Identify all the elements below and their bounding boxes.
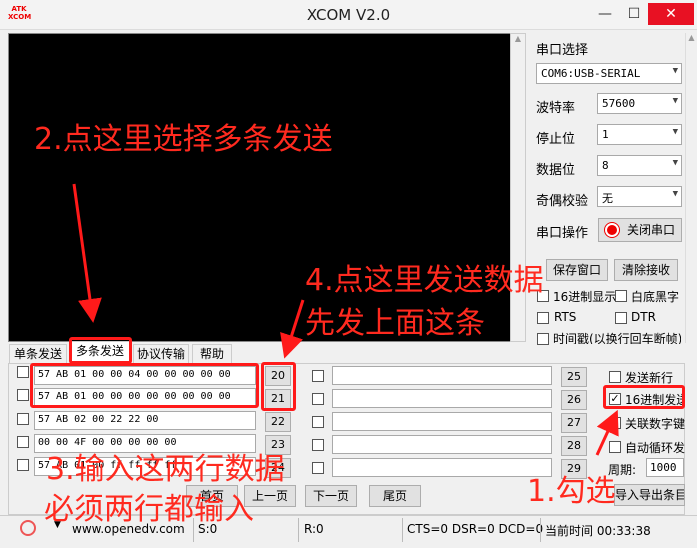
send-entry-input[interactable] bbox=[332, 366, 552, 385]
status-divider bbox=[540, 518, 541, 542]
timestamp-checkbox[interactable] bbox=[537, 333, 549, 345]
send-entry-input[interactable]: 57 AB 02 00 22 22 00 bbox=[34, 411, 256, 430]
row-checkbox[interactable] bbox=[312, 462, 324, 474]
send-button[interactable]: 28 bbox=[561, 436, 587, 456]
send-button[interactable]: 22 bbox=[265, 412, 291, 432]
data-bits-label: 数据位 bbox=[536, 163, 576, 178]
rts-checkbox[interactable] bbox=[537, 312, 549, 324]
import-export-button[interactable]: 导入导出条目 bbox=[614, 484, 685, 506]
chevron-down-icon: ▼ bbox=[672, 158, 678, 168]
close-button[interactable]: ✕ bbox=[648, 3, 694, 25]
chevron-down-icon: ▼ bbox=[672, 66, 678, 76]
row-checkbox[interactable] bbox=[17, 413, 29, 425]
send-newline-checkbox[interactable] bbox=[609, 371, 621, 383]
send-button[interactable]: 25 bbox=[561, 367, 587, 387]
status-time: 当前时间 00:33:38 bbox=[545, 524, 651, 538]
annotation-step1: 1.勾选 bbox=[527, 474, 616, 509]
timestamp-label: 时间戳(以换行回车断帧) bbox=[553, 332, 681, 344]
row-checkbox[interactable] bbox=[17, 436, 29, 448]
row-checkbox[interactable] bbox=[312, 439, 324, 451]
highlight-multi-send-tab bbox=[69, 337, 132, 364]
annotation-step4-line1: 4.点这里发送数据 bbox=[305, 263, 544, 298]
row-checkbox[interactable] bbox=[17, 366, 29, 378]
status-received: R:0 bbox=[304, 522, 324, 536]
data-bits-select[interactable]: 8 ▼ bbox=[597, 155, 682, 176]
period-input[interactable]: 1000 bbox=[646, 458, 684, 477]
settings-gear-icon[interactable] bbox=[20, 520, 36, 536]
auto-cycle-checkbox[interactable] bbox=[609, 441, 621, 453]
annotation-step3-line1: 3.输入这两行数据 bbox=[46, 452, 285, 487]
port-label: 串口选择 bbox=[536, 43, 589, 58]
send-newline-label: 发送新行 bbox=[625, 371, 674, 385]
row-checkbox[interactable] bbox=[17, 459, 29, 471]
close-port-button[interactable]: 关闭串口 bbox=[598, 218, 682, 242]
dtr-checkbox[interactable] bbox=[615, 312, 627, 324]
dtr-label: DTR bbox=[631, 310, 656, 324]
chevron-down-icon: ▼ bbox=[672, 96, 678, 106]
annotation-step4-line2: 先发上面这条 bbox=[305, 306, 485, 341]
port-op-label: 串口操作 bbox=[536, 226, 589, 241]
send-button[interactable]: 27 bbox=[561, 413, 587, 433]
annotation-step3-line2: 必须两行都输入 bbox=[44, 492, 254, 527]
row-checkbox[interactable] bbox=[312, 416, 324, 428]
highlight-input-rows bbox=[30, 363, 259, 408]
row-checkbox[interactable] bbox=[312, 370, 324, 382]
status-divider bbox=[298, 518, 299, 542]
chevron-down-icon: ▼ bbox=[672, 189, 678, 199]
send-entry-input[interactable] bbox=[332, 389, 552, 408]
save-window-button[interactable]: 保存窗口 bbox=[546, 259, 608, 281]
auto-cycle-label: 自动循环发送 bbox=[625, 441, 685, 455]
hex-display-label: 16进制显示 bbox=[553, 290, 617, 304]
white-bg-label: 白底黑字 bbox=[631, 290, 680, 304]
tab-help[interactable]: 帮助 bbox=[192, 344, 232, 364]
status-lines: CTS=0 DSR=0 DCD=0 bbox=[407, 522, 544, 536]
next-page-button[interactable]: 下一页 bbox=[305, 485, 357, 507]
send-entry-input[interactable] bbox=[332, 435, 552, 454]
port-status-icon bbox=[605, 223, 619, 237]
maximize-button[interactable]: ☐ bbox=[621, 3, 647, 25]
rts-label: RTS bbox=[554, 310, 577, 324]
send-button[interactable]: 26 bbox=[561, 390, 587, 410]
row-checkbox[interactable] bbox=[312, 393, 324, 405]
panel-scrollbar[interactable]: ▲ bbox=[685, 33, 697, 343]
status-divider bbox=[402, 518, 403, 542]
parity-select[interactable]: 无 ▼ bbox=[597, 186, 682, 207]
baud-label: 波特率 bbox=[536, 101, 576, 116]
baud-select[interactable]: 57600 ▼ bbox=[597, 93, 682, 114]
last-page-button[interactable]: 尾页 bbox=[369, 485, 421, 507]
tab-protocol[interactable]: 协议传输 bbox=[133, 344, 189, 364]
port-select[interactable]: COM6:USB-SERIAL ▼ bbox=[536, 63, 682, 84]
send-entry-input[interactable] bbox=[332, 412, 552, 431]
stop-bits-select[interactable]: 1 ▼ bbox=[597, 124, 682, 145]
minimize-button[interactable]: — bbox=[592, 3, 618, 25]
highlight-send-buttons bbox=[261, 362, 296, 411]
clear-receive-button[interactable]: 清除接收 bbox=[614, 259, 678, 281]
send-entry-input[interactable] bbox=[332, 458, 552, 477]
row-checkbox[interactable] bbox=[17, 389, 29, 401]
link-numkey-checkbox[interactable] bbox=[609, 417, 621, 429]
tab-single-send[interactable]: 单条发送 bbox=[9, 344, 67, 364]
white-bg-checkbox[interactable] bbox=[615, 290, 627, 302]
stop-bits-label: 停止位 bbox=[536, 132, 576, 147]
parity-label: 奇偶校验 bbox=[536, 194, 589, 209]
link-numkey-label: 关联数字键盘 bbox=[625, 417, 685, 431]
highlight-hex-send bbox=[603, 385, 685, 409]
chevron-down-icon: ▼ bbox=[672, 127, 678, 137]
annotation-step2: 2.点这里选择多条发送 bbox=[34, 122, 333, 157]
